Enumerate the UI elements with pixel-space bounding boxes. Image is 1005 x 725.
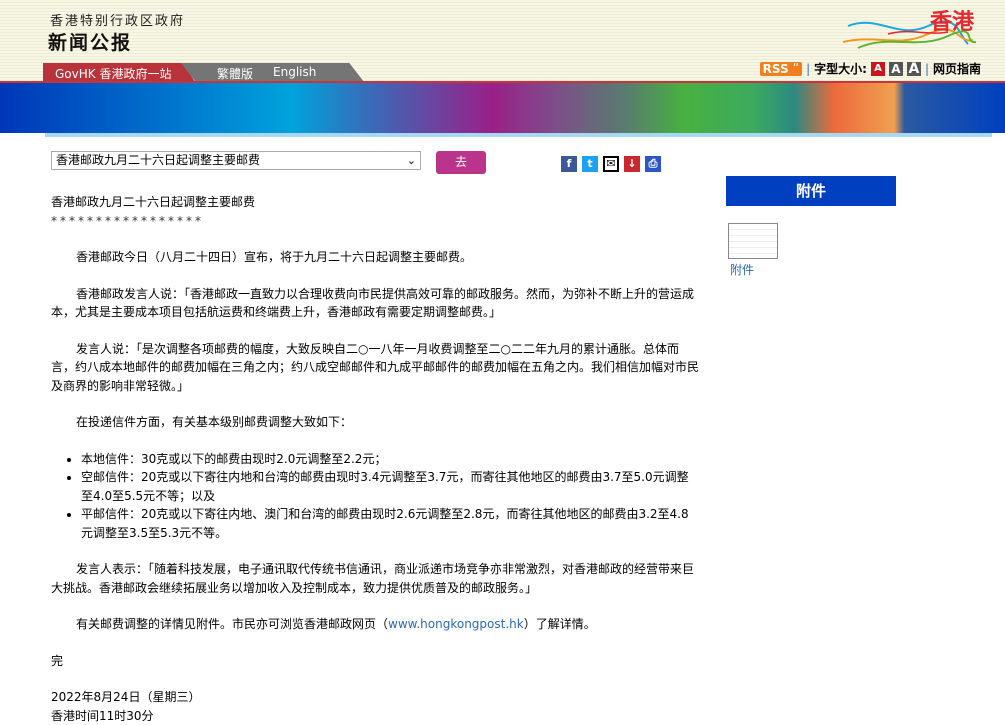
header: 香港特别行政区政府 新闻公报 GovHK 香港政府一站通 繁體版 English… xyxy=(0,0,1005,82)
paragraph: 有关邮费调整的详情见附件。市民亦可浏览香港邮政网页（www.hongkongpo… xyxy=(51,615,699,634)
attachment-thumbnail[interactable] xyxy=(728,223,778,259)
paragraph: 香港邮政今日（八月二十四日）宣布，将于九月二十六日起调整主要邮费。 xyxy=(51,248,699,267)
gov-name: 香港特别行政区政府 xyxy=(50,10,185,29)
select-value: 香港邮政九月二十六日起调整主要邮费 xyxy=(56,153,260,167)
paragraph: 发言人说：「是次调整各项邮费的幅度，大致反映自二○一八年一月收费调整至二○二二年… xyxy=(51,340,699,396)
print-icon[interactable]: ⎙ xyxy=(645,156,661,172)
paragraph: 香港邮政发言人说：「香港邮政一直致力以合理收费向市民提供高效可靠的邮政服务。然而… xyxy=(51,285,699,322)
rss-icon: ʺ xyxy=(793,62,799,76)
font-medium-button[interactable]: A xyxy=(889,62,903,76)
language-tabs: 繁體版 English xyxy=(181,63,364,82)
list-item: 空邮信件：20克或以下寄往内地和台湾的邮费由现时3.4元调整至3.7元，而寄往其… xyxy=(81,468,699,505)
facebook-icon[interactable]: f xyxy=(561,156,577,172)
press-release-select[interactable]: 香港邮政九月二十六日起调整主要邮费 ⌄ xyxy=(51,151,421,170)
english-link[interactable]: English xyxy=(273,65,316,82)
attachment-link[interactable]: 附件 xyxy=(730,261,896,278)
release-time: 香港时间11时30分 xyxy=(51,707,699,725)
rss-button[interactable]: RSS ʺ xyxy=(760,62,802,76)
list-item: 平邮信件：20克或以下寄往内地、澳门和台湾的邮费由现时2.6元调整至2.8元，而… xyxy=(81,505,699,542)
traditional-link[interactable]: 繁體版 xyxy=(217,65,253,82)
separator-stars: ***************** xyxy=(51,212,699,231)
banner-image xyxy=(0,83,1005,133)
text: ）了解详情。 xyxy=(524,617,596,631)
attachment-panel: 附件 附件 xyxy=(726,176,896,278)
download-icon[interactable]: ↓ xyxy=(624,156,640,172)
attachment-heading: 附件 xyxy=(726,176,896,206)
article-title: 香港邮政九月二十六日起调整主要邮费 xyxy=(51,193,699,212)
go-button[interactable]: 去 xyxy=(436,151,486,174)
top-nav: GovHK 香港政府一站通 繁體版 English xyxy=(43,63,364,82)
paragraph: 发言人表示：「随着科技发展，电子通讯取代传统书信通讯，商业派递市场竞争亦非常激烈… xyxy=(51,560,699,597)
list-item: 本地信件：30克或以下的邮费由现时2.0元调整至2.2元； xyxy=(81,450,699,469)
text: 有关邮费调整的详情见附件。市民亦可浏览香港邮政网页（ xyxy=(76,617,388,631)
article: 香港邮政九月二十六日起调整主要邮费 ***************** 香港邮政… xyxy=(51,193,699,725)
divider: | xyxy=(925,62,929,76)
release-date: 2022年8月24日（星期三） xyxy=(51,688,699,707)
toolbar: RSS ʺ | 字型大小: A A A | 网页指南 xyxy=(760,60,981,77)
share-bar: f t ✉ ↓ ⎙ xyxy=(561,156,661,172)
twitter-icon[interactable]: t xyxy=(582,156,598,172)
chevron-down-icon: ⌄ xyxy=(407,152,416,169)
site-title[interactable]: 新闻公报 xyxy=(48,28,132,55)
rate-list: 本地信件：30克或以下的邮费由现时2.0元调整至2.2元； 空邮信件：20克或以… xyxy=(81,450,699,543)
font-size-label: 字型大小: xyxy=(814,60,867,77)
email-icon[interactable]: ✉ xyxy=(603,156,619,172)
guide-link[interactable]: 网页指南 xyxy=(933,60,981,77)
end-mark: 完 xyxy=(51,652,699,671)
hongkongpost-link[interactable]: www.hongkongpost.hk xyxy=(388,617,524,631)
font-large-button[interactable]: A xyxy=(907,62,921,76)
divider xyxy=(45,133,992,137)
brand-hk-logo[interactable]: 香港 xyxy=(838,4,978,52)
divider: | xyxy=(806,62,810,76)
rss-label: RSS xyxy=(763,62,789,76)
paragraph: 在投递信件方面，有关基本级别邮费调整大致如下： xyxy=(51,413,699,432)
logo-text: 香港 xyxy=(930,4,974,36)
govhk-link[interactable]: GovHK 香港政府一站通 xyxy=(43,63,195,82)
font-small-button[interactable]: A xyxy=(871,62,885,76)
